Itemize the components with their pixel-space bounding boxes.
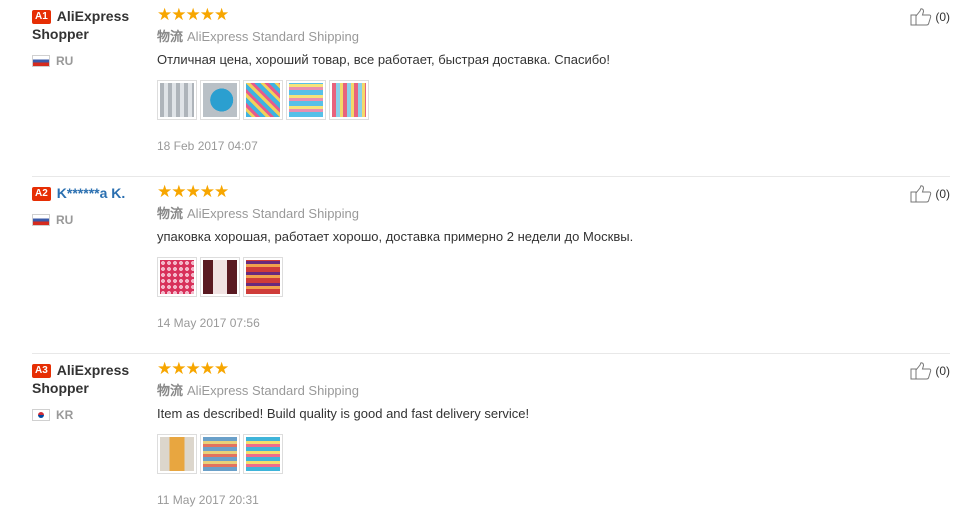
- star-rating: ★★★★★: [157, 359, 229, 378]
- review-text: Отличная цена, хороший товар, все работа…: [157, 52, 610, 67]
- russia-flag-icon: [32, 55, 50, 67]
- reviewer-info: A2 K******a K. RU: [32, 184, 152, 227]
- review-item: A1 AliExpress Shopper RU ★★★★★ 物流 AliExpre…: [32, 0, 950, 177]
- logistics-label: 物流: [157, 29, 184, 44]
- review-photo-thumbnail[interactable]: [200, 434, 240, 474]
- logistics-label: 物流: [157, 383, 184, 398]
- logistics-label: 物流: [157, 206, 184, 221]
- star-rating: ★★★★★: [157, 5, 229, 24]
- review-date: 14 May 2017 07:56: [157, 316, 260, 330]
- review-content: ★★★★★ 物流 AliExpress Standard Shipping Отл…: [157, 6, 857, 154]
- helpful-count: (0): [935, 10, 950, 24]
- shipping-method: 物流 AliExpress Standard Shipping: [157, 383, 360, 398]
- helpful-count: (0): [935, 364, 950, 378]
- shipping-method: 物流 AliExpress Standard Shipping: [157, 206, 360, 221]
- helpful-button[interactable]: (0): [910, 185, 950, 203]
- reviewer-country: KR: [32, 408, 152, 422]
- helpful-button[interactable]: (0): [910, 362, 950, 380]
- helpful-button[interactable]: (0): [910, 8, 950, 26]
- star-rating: ★★★★★: [157, 182, 229, 201]
- review-photos: [157, 257, 857, 299]
- reviewer-name: A1 AliExpress Shopper: [32, 8, 130, 42]
- review-content: ★★★★★ 物流 AliExpress Standard Shipping Ite…: [157, 360, 857, 508]
- buyer-level-badge: A1: [32, 10, 51, 24]
- buyer-level-badge: A2: [32, 187, 51, 201]
- review-photo-thumbnail[interactable]: [157, 434, 197, 474]
- review-photo-thumbnail[interactable]: [243, 257, 283, 297]
- russia-flag-icon: [32, 214, 50, 226]
- reviewer-country: RU: [32, 54, 152, 68]
- review-item: A3 AliExpress Shopper KR ★★★★★ 物流 AliExpre…: [32, 354, 950, 531]
- review-photo-thumbnail[interactable]: [243, 434, 283, 474]
- review-text: Item as described! Build quality is good…: [157, 406, 530, 421]
- review-photo-thumbnail[interactable]: [157, 257, 197, 297]
- thumbs-up-icon: [910, 362, 932, 380]
- reviewer-info: A3 AliExpress Shopper KR: [32, 361, 152, 422]
- review-photo-thumbnail[interactable]: [200, 80, 240, 120]
- thumbs-up-icon: [910, 185, 932, 203]
- south-korea-flag-icon: [32, 409, 50, 421]
- helpful-count: (0): [935, 187, 950, 201]
- reviewer-name: A3 AliExpress Shopper: [32, 362, 130, 396]
- review-photo-thumbnail[interactable]: [286, 80, 326, 120]
- review-text: упаковка хорошая, работает хорошо, доста…: [157, 229, 634, 244]
- buyer-level-badge: A3: [32, 364, 51, 378]
- review-photo-thumbnail[interactable]: [243, 80, 283, 120]
- reviewer-info: A1 AliExpress Shopper RU: [32, 7, 152, 68]
- reviewer-country: RU: [32, 213, 152, 227]
- review-photos: [157, 80, 857, 122]
- thumbs-up-icon: [910, 8, 932, 26]
- review-photos: [157, 434, 857, 476]
- review-content: ★★★★★ 物流 AliExpress Standard Shipping упа…: [157, 183, 857, 331]
- reviewer-name[interactable]: A2 K******a K.: [32, 184, 152, 202]
- review-date: 11 May 2017 20:31: [157, 493, 259, 507]
- review-date: 18 Feb 2017 04:07: [157, 139, 258, 153]
- shipping-method: 物流 AliExpress Standard Shipping: [157, 29, 360, 44]
- review-photo-thumbnail[interactable]: [200, 257, 240, 297]
- review-photo-thumbnail[interactable]: [157, 80, 197, 120]
- review-item: A2 K******a K. RU ★★★★★ 物流 AliExpress Stan…: [32, 177, 950, 354]
- review-photo-thumbnail[interactable]: [329, 80, 369, 120]
